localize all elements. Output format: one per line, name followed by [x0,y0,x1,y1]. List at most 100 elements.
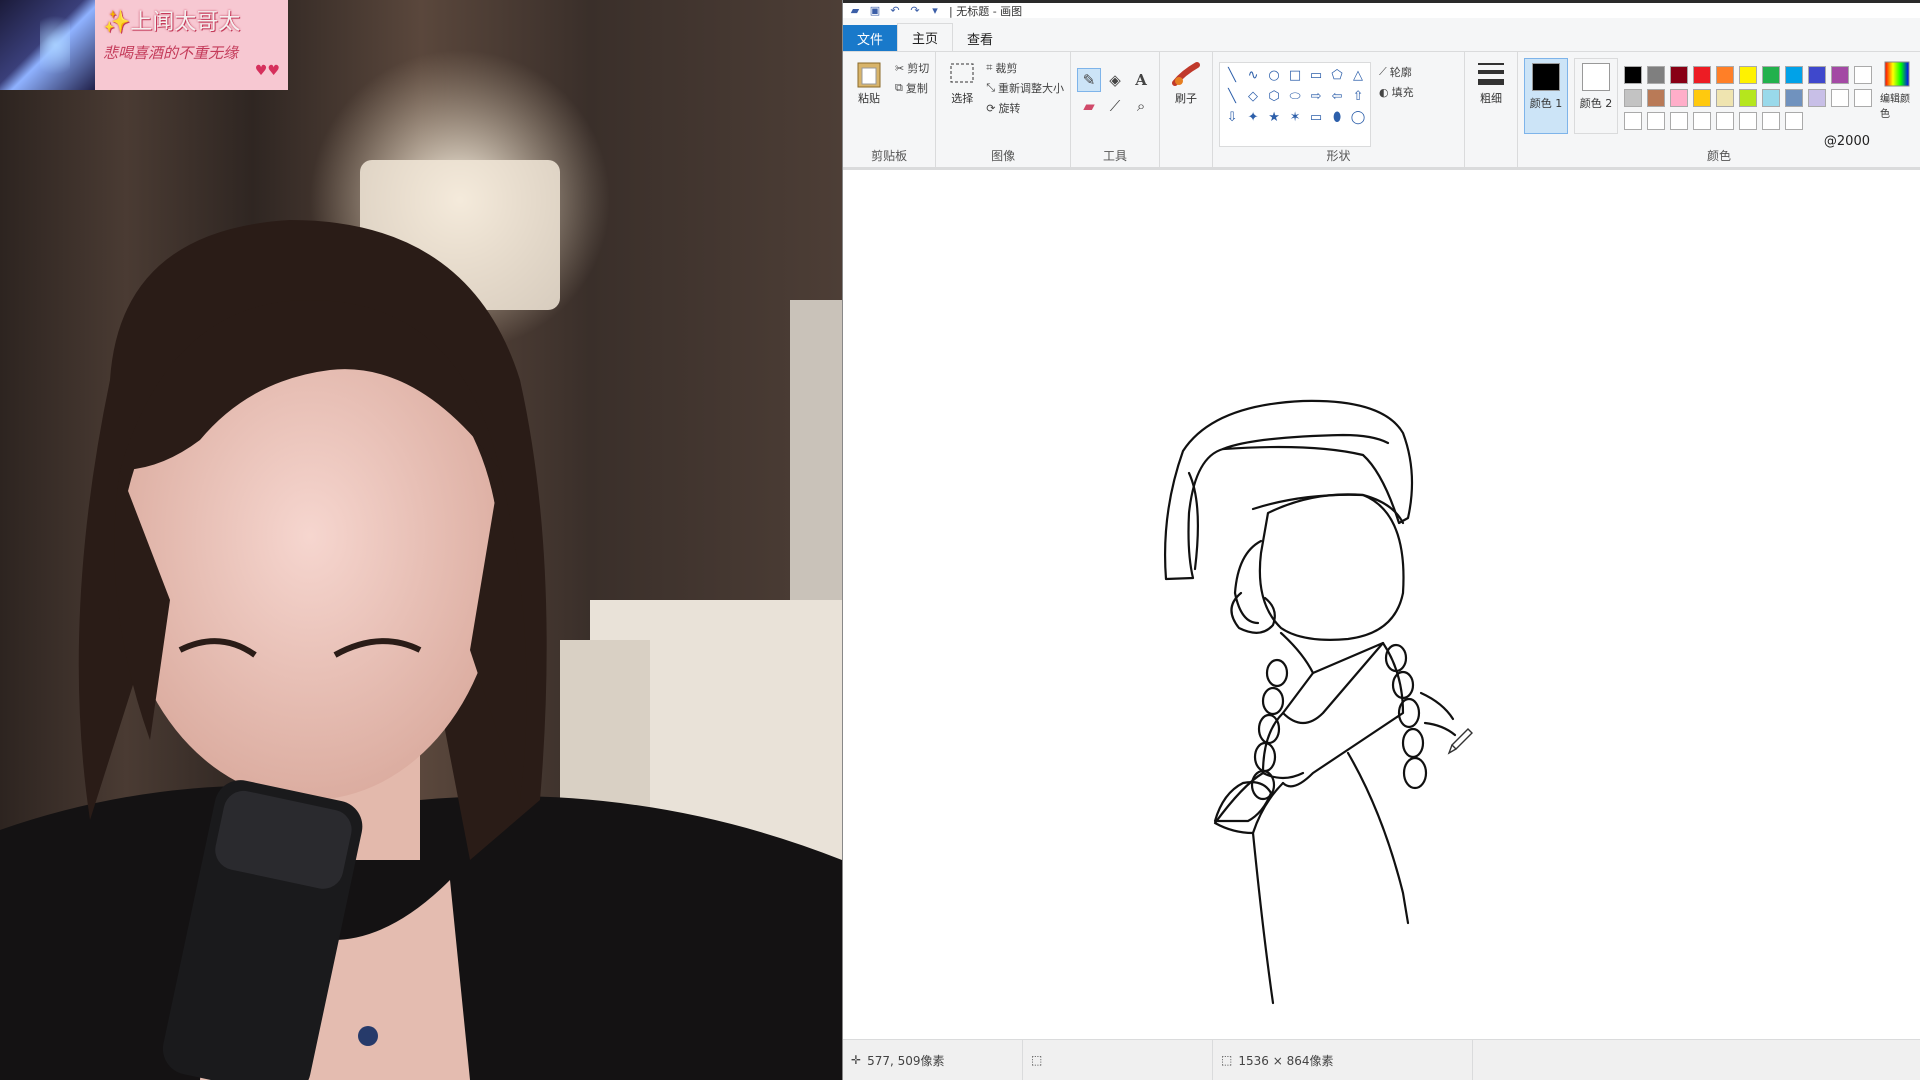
select-button[interactable]: 选择 [942,58,982,147]
canvas-size-cell: ⬚ 1536 × 864像素 [1213,1040,1473,1080]
crosshair-icon: ✛ [851,1053,862,1067]
palette-swatch[interactable] [1854,89,1872,107]
shape-tool-19[interactable]: ⬮ [1327,107,1347,127]
palette-swatch[interactable] [1670,89,1688,107]
shape-tool-16[interactable]: ★ [1264,107,1284,127]
text-tool-icon[interactable]: A [1129,68,1153,92]
resize-label: 重新调整大小 [998,82,1065,95]
palette-swatch[interactable] [1624,66,1642,84]
brushes-button[interactable]: 刷子 [1166,58,1206,106]
palette-swatch[interactable] [1647,89,1665,107]
resize-button[interactable]: ⤡ 重新调整大小 [986,78,1064,98]
palette-swatch[interactable] [1624,112,1642,130]
copy-icon: ⧉ [895,81,903,94]
shape-tool-9[interactable]: ⬡ [1264,86,1284,106]
cursor-position-cell: ✛ 577, 509像素 [843,1040,1023,1080]
color-palette [1624,66,1874,132]
palette-swatch[interactable] [1716,66,1734,84]
palette-swatch[interactable] [1693,89,1711,107]
brush-icon [1171,58,1201,90]
save-icon[interactable]: ▣ [869,4,881,17]
copy-button[interactable]: ⧉ 复制 [895,78,929,98]
shape-tool-2[interactable]: ○ [1264,65,1284,85]
palette-swatch[interactable] [1808,66,1826,84]
palette-swatch[interactable] [1785,66,1803,84]
palette-swatch[interactable] [1647,66,1665,84]
canvas-size: 1536 × 864像素 [1238,1053,1334,1068]
rotate-button[interactable]: ⟳ 旋转 [986,98,1064,118]
shape-tool-1[interactable]: ∿ [1243,65,1263,85]
shape-tool-15[interactable]: ✦ [1243,107,1263,127]
fill-dropdown[interactable]: ◐ 填充 [1379,82,1414,102]
palette-swatch[interactable] [1670,112,1688,130]
ribbon-tabs: 文件 主页 查看 [843,18,1920,52]
palette-swatch[interactable] [1854,66,1872,84]
size-button[interactable]: 粗细 [1471,58,1511,106]
palette-swatch[interactable] [1693,112,1711,130]
shape-tool-20[interactable]: ◯ [1348,107,1368,127]
palette-swatch[interactable] [1739,89,1757,107]
palette-swatch[interactable] [1716,112,1734,130]
clipboard-group: 粘贴 ✂ 剪切 ⧉ 复制 剪贴板 [843,52,937,167]
eraser-icon[interactable]: ▰ [1077,94,1101,118]
shape-tool-5[interactable]: ⬠ [1327,65,1347,85]
crop-button[interactable]: ⌗ 裁剪 [986,58,1064,78]
color-picker-icon[interactable]: ⟋ [1103,94,1127,118]
palette-swatch[interactable] [1785,112,1803,130]
palette-swatch[interactable] [1716,89,1734,107]
shape-tool-8[interactable]: ◇ [1243,86,1263,106]
palette-swatch[interactable] [1831,89,1849,107]
shape-tool-4[interactable]: ▭ [1306,65,1326,85]
sketch-drawing [1163,399,1473,1005]
outline-dropdown[interactable]: ⟋ 轮廓 [1379,62,1414,82]
fill-icon: ◐ [1379,85,1389,99]
redo-icon[interactable]: ↷ [909,4,921,17]
edit-colors-button[interactable]: 编辑颜色 [1880,58,1914,147]
shape-tool-17[interactable]: ✶ [1285,107,1305,127]
shape-tool-10[interactable]: ⬭ [1285,86,1305,106]
qat-dropdown-icon[interactable]: ▾ [929,4,941,17]
palette-swatch[interactable] [1739,66,1757,84]
shape-tool-7[interactable]: ╲ [1222,86,1242,106]
edit-colors-label: 编辑颜色 [1880,94,1910,120]
shape-tool-12[interactable]: ⇦ [1327,86,1347,106]
crop-icon: ⌗ [986,61,993,74]
tab-file[interactable]: 文件 [843,25,898,51]
cut-button[interactable]: ✂ 剪切 [895,58,929,78]
color1-swatch [1532,63,1560,91]
palette-swatch[interactable] [1785,89,1803,107]
pencil-icon[interactable]: ✎ [1077,68,1102,92]
drawing-canvas[interactable] [843,173,1920,1039]
color-wheel-icon [1882,58,1912,90]
shape-tool-11[interactable]: ⇨ [1306,86,1326,106]
image-group-label: 图像 [991,149,1016,163]
color2-button[interactable]: 颜色 2 [1574,58,1618,134]
fill-bucket-icon[interactable]: ◈ [1103,68,1127,92]
rotate-icon: ⟳ [986,101,996,115]
palette-swatch[interactable] [1647,112,1665,130]
magnifier-icon[interactable]: ⌕ [1129,94,1153,118]
line-size-icon [1476,58,1506,90]
tab-view[interactable]: 查看 [953,25,1007,51]
undo-icon[interactable]: ↶ [889,4,901,17]
size-label: 粗细 [1480,92,1502,105]
palette-swatch[interactable] [1808,89,1826,107]
palette-swatch[interactable] [1693,66,1711,84]
shape-tool-6[interactable]: △ [1348,65,1368,85]
paste-button[interactable]: 粘贴 [849,58,889,147]
shape-tool-3[interactable]: □ [1285,65,1305,85]
shape-tool-13[interactable]: ⇧ [1348,86,1368,106]
tab-home[interactable]: 主页 [897,23,954,51]
palette-swatch[interactable] [1831,66,1849,84]
overlay-text-panel: ✨上闻太哥太 悲喝喜酒的不重无缘 ♥♥ [95,0,288,90]
shape-tool-14[interactable]: ⇩ [1222,107,1242,127]
palette-swatch[interactable] [1670,66,1688,84]
palette-swatch[interactable] [1739,112,1757,130]
shape-tool-0[interactable]: ╲ [1222,65,1242,85]
shape-tool-18[interactable]: ▭ [1306,107,1326,127]
palette-swatch[interactable] [1624,89,1642,107]
color1-button[interactable]: 颜色 1 [1524,58,1568,134]
palette-swatch[interactable] [1762,112,1780,130]
palette-swatch[interactable] [1762,89,1780,107]
palette-swatch[interactable] [1762,66,1780,84]
